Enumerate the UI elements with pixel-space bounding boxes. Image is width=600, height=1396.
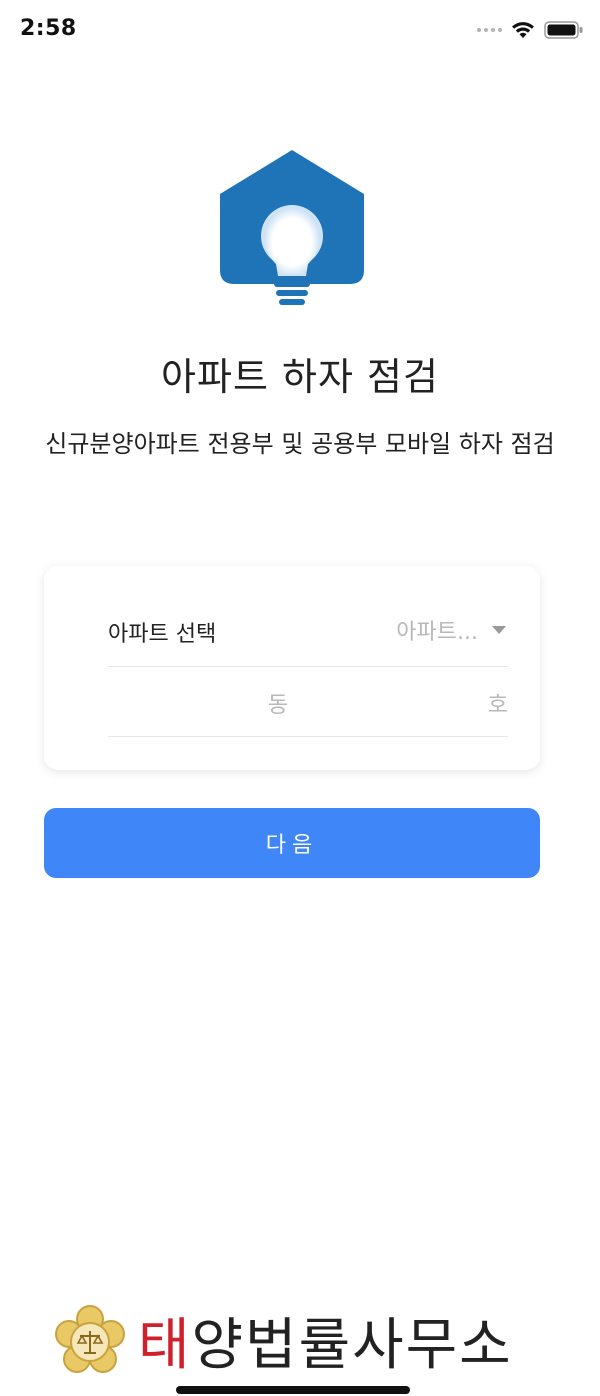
footer-brand-name: 태양법률사무소 bbox=[138, 1300, 513, 1381]
home-indicator[interactable] bbox=[176, 1386, 410, 1394]
page-title: 아파트 하자 점검 bbox=[161, 355, 439, 399]
caret-down-icon bbox=[492, 626, 506, 634]
unit-input-row bbox=[108, 678, 508, 737]
apartment-select-dropdown[interactable]: 아파트... bbox=[396, 614, 508, 646]
ho-input[interactable] bbox=[308, 678, 508, 732]
battery-icon bbox=[544, 21, 583, 39]
footer-brand-rest: 양법률사무소 bbox=[191, 1313, 513, 1378]
apartment-select-value: 아파트... bbox=[396, 620, 478, 645]
apartment-select-row: 아파트 선택 아파트... bbox=[108, 610, 508, 667]
status-icons bbox=[477, 20, 584, 40]
dong-input[interactable] bbox=[108, 678, 288, 732]
page-subtitle: 신규분양아파트 전용부 및 공용부 모바일 하자 점검 bbox=[45, 430, 555, 458]
status-bar: 2:58 bbox=[0, 0, 600, 64]
apartment-select-label: 아파트 선택 bbox=[108, 622, 217, 647]
house-lightbulb-icon bbox=[220, 150, 364, 305]
apartment-form-card: 아파트 선택 아파트... bbox=[44, 566, 540, 770]
status-time: 2:58 bbox=[20, 16, 77, 41]
wifi-icon bbox=[512, 22, 534, 38]
footer-brand-first: 태 bbox=[138, 1313, 192, 1378]
signal-dots-icon bbox=[477, 28, 502, 32]
law-emblem-icon bbox=[55, 1304, 125, 1373]
footer-logo: 태양법률사무소 bbox=[54, 1300, 513, 1381]
next-button[interactable]: 다음 bbox=[44, 808, 540, 878]
